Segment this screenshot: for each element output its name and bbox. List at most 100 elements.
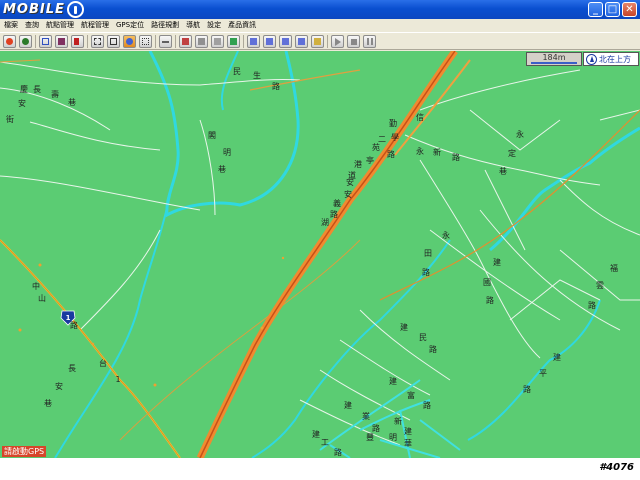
- map-label: 建: [493, 257, 501, 267]
- pencil-icon[interactable]: [159, 34, 172, 48]
- zoom-out-icon[interactable]: [139, 34, 152, 48]
- map-label: 閣: [208, 131, 216, 140]
- map-label: 義: [333, 198, 341, 208]
- toolbar-separator: [155, 34, 156, 48]
- pin-up-icon[interactable]: [19, 34, 32, 48]
- waypoint-icon[interactable]: [311, 34, 324, 48]
- gps-status-badge[interactable]: 請啟動GPS: [2, 446, 47, 457]
- scale-text: 184m: [542, 53, 566, 62]
- menu-search[interactable]: 查詢: [25, 20, 39, 30]
- zoom-fit-icon[interactable]: [107, 34, 120, 48]
- chart-icon[interactable]: [227, 34, 240, 48]
- route-4-icon[interactable]: [295, 34, 308, 48]
- secondary-road: [379, 109, 640, 301]
- map-label: 建: [400, 322, 408, 332]
- north-indicator[interactable]: 北在上方: [583, 52, 639, 66]
- minimize-button[interactable]: _: [588, 2, 603, 17]
- route-3-icon[interactable]: [279, 34, 292, 48]
- map-label: 生: [253, 70, 261, 80]
- toolbar-separator: [35, 34, 36, 48]
- map-label: 街: [6, 114, 14, 124]
- map-label: 路: [330, 209, 338, 219]
- map-label: 巷: [499, 167, 507, 176]
- map-graphics: 民生路長壽巷慶安街閣明巷勤學信永二路苑亭港永 新路 定巷安道義路安湖永田路建國路福雲…: [0, 51, 640, 458]
- toolbar-separator: [327, 34, 328, 48]
- map-label: 民: [419, 333, 427, 342]
- map-label: 長: [68, 364, 76, 373]
- pin-down-icon[interactable]: [3, 34, 16, 48]
- map-label: 建: [404, 426, 412, 436]
- map-label: 路: [452, 152, 460, 162]
- cyan-roads: [319, 379, 461, 458]
- scale-bar: [531, 62, 577, 64]
- map-label: 勤: [389, 118, 397, 128]
- provincial-highway-1: [0, 239, 181, 458]
- map-label: 永: [416, 146, 424, 156]
- map-label: 明: [223, 148, 231, 157]
- map-label: 工: [321, 438, 329, 447]
- menu-settings[interactable]: 設定: [207, 20, 221, 30]
- map-label: 民: [233, 67, 241, 76]
- map-label: 巷: [68, 98, 76, 107]
- river: [251, 239, 451, 458]
- map-label: 路: [372, 423, 380, 433]
- menu-route-planning[interactable]: 路徑規劃: [151, 20, 179, 30]
- menu-waypoint-manage[interactable]: 航點管理: [46, 20, 74, 30]
- window-controls: _ □ ✕: [588, 2, 637, 17]
- map-label: 路: [387, 149, 395, 159]
- route-2-icon[interactable]: [263, 34, 276, 48]
- app-logo-text: MOBILE: [3, 2, 65, 17]
- menu-file[interactable]: 檔案: [4, 20, 18, 30]
- map-label: 華: [404, 438, 412, 448]
- map-label: 永: [516, 129, 524, 139]
- maximize-button[interactable]: □: [605, 2, 620, 17]
- menu-bar: 檔案 查詢 航點管理 航程管理 GPS定位 路徑規劃 導航 設定 產品資訊: [0, 19, 640, 31]
- menu-navigation[interactable]: 導航: [186, 20, 200, 30]
- map-label: 富: [407, 390, 415, 400]
- stop-icon[interactable]: [347, 34, 360, 48]
- toolbar-separator: [87, 34, 88, 48]
- map-label: 壽: [51, 89, 59, 99]
- map-label: 山: [38, 293, 46, 303]
- minor-roads: [0, 61, 640, 446]
- zoom-in-icon[interactable]: [91, 34, 104, 48]
- menu-product-info[interactable]: 產品資訊: [228, 20, 256, 30]
- play-icon[interactable]: [331, 34, 344, 48]
- route-1-icon[interactable]: [247, 34, 260, 48]
- map-label: 新: [394, 416, 402, 426]
- grid-icon[interactable]: [179, 34, 192, 48]
- gps-icon[interactable]: [123, 34, 136, 48]
- secondary-road: [119, 239, 361, 441]
- title-bar[interactable]: MOBILE _ □ ✕: [0, 0, 640, 19]
- menu-route-manage[interactable]: 航程管理: [81, 20, 109, 30]
- river: [148, 51, 300, 218]
- search-map-icon[interactable]: [39, 34, 52, 48]
- map-label: 國: [483, 278, 491, 287]
- map-label: 苑: [372, 142, 380, 152]
- map-label: 亭: [366, 155, 374, 165]
- menu-gps[interactable]: GPS定位: [116, 20, 144, 30]
- map-label: 巷: [44, 399, 52, 408]
- close-button[interactable]: ✕: [622, 2, 637, 17]
- map-label: 路: [272, 81, 280, 91]
- map-label: 新: [433, 147, 441, 157]
- flag-icon[interactable]: [71, 34, 84, 48]
- map-label: 路: [523, 384, 531, 394]
- map-canvas[interactable]: 民生路長壽巷慶安街閣明巷勤學信永二路苑亭港永新路定巷安道義路安湖永田路建國路福雲…: [0, 51, 640, 458]
- map-label: 福: [610, 264, 618, 273]
- ruler-icon[interactable]: [211, 34, 224, 48]
- map-label: 雲: [596, 281, 604, 290]
- grid-alt-icon[interactable]: [195, 34, 208, 48]
- image-id-label: #4076: [599, 462, 634, 473]
- map-label: 湖: [321, 218, 329, 227]
- map-label: 平: [539, 369, 547, 378]
- map-label: 建: [389, 376, 397, 386]
- compass-icon: [586, 53, 597, 65]
- map-label: 中: [32, 281, 40, 291]
- app-logo: MOBILE: [3, 1, 84, 18]
- zoom-binoculars-icon[interactable]: [55, 34, 68, 48]
- mobile01-ring-icon: [66, 1, 84, 18]
- pause-icon[interactable]: [363, 34, 376, 48]
- map-label: 港: [354, 159, 362, 169]
- map-label: 台: [99, 358, 107, 368]
